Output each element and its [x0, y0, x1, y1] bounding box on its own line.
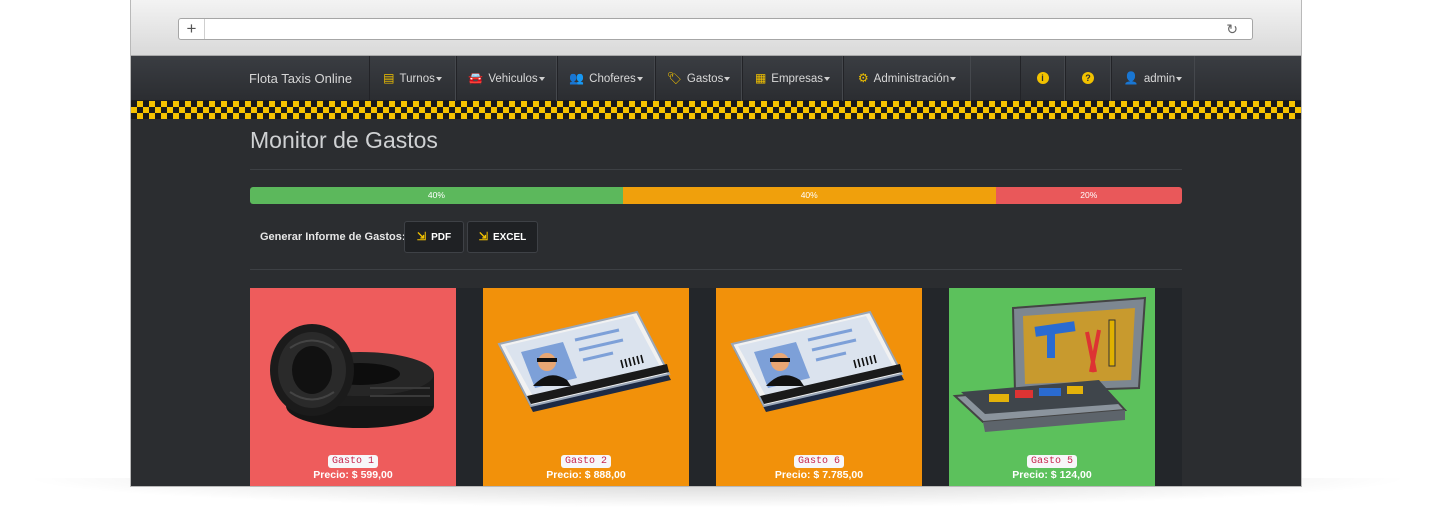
- expense-name: Gasto 5: [1026, 455, 1077, 468]
- download-icon: ⇲: [478, 231, 488, 243]
- caret-down-icon: [435, 76, 442, 81]
- nav-choferes[interactable]: 👥 Choferes: [557, 56, 655, 101]
- nav-vehiculos[interactable]: 🚘 Vehiculos: [456, 56, 557, 101]
- caret-down-icon: [538, 76, 545, 81]
- expense-name: Gasto 6: [793, 455, 844, 468]
- nav-empresas[interactable]: ▦ Empresas: [742, 56, 843, 101]
- id-card-image: [483, 288, 689, 448]
- main-content: Monitor de Gastos 40% 40% 20% Generar In…: [131, 119, 1301, 486]
- nav-turnos[interactable]: ▤ Turnos: [369, 56, 456, 101]
- top-navbar: Flota Taxis Online ▤ Turnos 🚘 Vehiculos 👥 C…: [131, 56, 1301, 101]
- nav-user-label: admin: [1143, 73, 1176, 85]
- nav-info[interactable]: i: [1020, 56, 1065, 101]
- excel-button-label: EXCEL: [492, 232, 527, 243]
- nav-gastos-label: Gastos: [686, 73, 724, 85]
- expense-price: Precio: $ 888,00: [546, 469, 626, 481]
- tires-image: [250, 288, 456, 448]
- progress-segment: 40%: [622, 187, 996, 204]
- divider: [250, 169, 1182, 170]
- nav-administracion-label: Administración: [873, 73, 950, 85]
- wallet-icon: 🏷: [666, 71, 682, 85]
- taxi-checker-stripe: [131, 101, 1301, 119]
- pdf-button[interactable]: ⇲ PDF: [404, 221, 464, 253]
- expense-price: Precio: $ 124,00: [1012, 469, 1092, 481]
- help-icon: ?: [1082, 71, 1094, 84]
- nav-user-menu[interactable]: 👤 admin: [1111, 56, 1195, 101]
- nav-choferes-label: Choferes: [589, 73, 636, 85]
- nav-turnos-label: Turnos: [399, 73, 435, 85]
- report-label: Generar Informe de Gastos:: [260, 231, 406, 243]
- info-icon: i: [1036, 71, 1049, 84]
- browser-toolbar: + ↻: [131, 0, 1301, 56]
- building-icon: ▦: [754, 71, 767, 85]
- calendar-icon: ▤: [383, 71, 395, 85]
- caret-down-icon: [824, 76, 831, 81]
- expense-price: Precio: $ 7.785,00: [774, 469, 864, 481]
- expense-progress-bar: 40% 40% 20%: [250, 187, 1182, 204]
- excel-button[interactable]: ⇲ EXCEL: [467, 221, 538, 253]
- expense-card[interactable]: Gasto 5 Precio: $ 124,00: [949, 288, 1155, 486]
- users-icon: 👥: [569, 71, 585, 85]
- progress-segment: 40%: [250, 187, 623, 204]
- id-card-image: [716, 288, 922, 448]
- caret-down-icon: [950, 76, 957, 81]
- caret-down-icon: [1176, 76, 1183, 81]
- reload-icon[interactable]: ↻: [1226, 19, 1238, 39]
- nav-empresas-label: Empresas: [771, 73, 824, 85]
- pdf-button-label: PDF: [431, 232, 452, 243]
- expense-card[interactable]: Gasto 6 Precio: $ 7.785,00: [716, 288, 922, 486]
- browser-window: + ↻ Flota Taxis Online ▤ Turnos 🚘 Vehiculo…: [130, 0, 1302, 487]
- expense-name: Gasto 2: [560, 455, 611, 468]
- download-icon: ⇲: [416, 231, 427, 243]
- nav-help[interactable]: ?: [1065, 56, 1111, 101]
- expense-price: Precio: $ 599,00: [313, 469, 393, 481]
- divider: [250, 269, 1182, 270]
- toolbox-image: [949, 288, 1155, 448]
- caret-down-icon: [636, 76, 643, 81]
- brand-link[interactable]: Flota Taxis Online: [249, 56, 352, 101]
- expense-name: Gasto 1: [327, 455, 378, 468]
- caret-down-icon: [724, 76, 731, 81]
- new-tab-button[interactable]: +: [179, 19, 205, 39]
- expense-grid: Gasto 1 Precio: $ 599,00 Gasto 2 Precio:…: [250, 288, 1182, 486]
- page-title: Monitor de Gastos: [250, 127, 438, 153]
- nav-administracion[interactable]: ⚙ Administración: [843, 56, 971, 101]
- expense-card[interactable]: Gasto 2 Precio: $ 888,00: [483, 288, 689, 486]
- nav-gastos[interactable]: 🏷 Gastos: [655, 56, 742, 101]
- user-icon: 👤: [1123, 71, 1139, 85]
- address-bar[interactable]: + ↻: [178, 18, 1253, 40]
- progress-segment: 20%: [995, 187, 1182, 204]
- settings-icon: ⚙: [857, 71, 869, 85]
- expense-card[interactable]: Gasto 1 Precio: $ 599,00: [250, 288, 456, 486]
- nav-vehiculos-label: Vehiculos: [488, 73, 538, 85]
- car-icon: 🚘: [468, 71, 484, 85]
